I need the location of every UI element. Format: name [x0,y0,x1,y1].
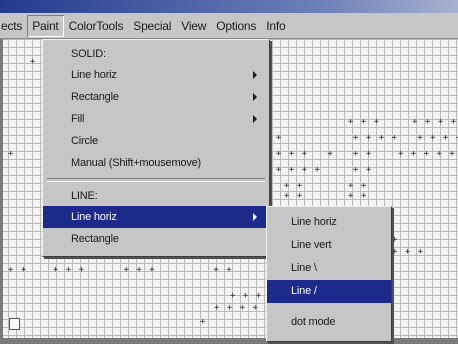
menu-colortools[interactable]: ColorTools [64,15,129,37]
menu-item-label: Fill [71,113,85,125]
painted-cells: + + + + + + + + + + [8,265,233,275]
submenu-item-line-slash[interactable]: Line / [267,280,391,303]
menu-bar: ects Paint ColorTools Special View Optio… [0,13,458,39]
submenu-spacer [267,303,391,311]
painted-cells: + + + + + + + [348,117,458,127]
menu-item-solid-line-horiz[interactable]: Line horiz [43,64,269,86]
menu-item-label: Line horiz [71,211,117,223]
painted-cells: + [8,149,15,159]
submenu-item-line-horiz[interactable]: Line horiz [267,211,391,234]
painted-cells: + [30,57,37,67]
submenu-item-line-vert[interactable]: Line vert [267,234,391,257]
menu-item-label: Rectangle [71,233,119,245]
menu-item-solid-circle[interactable]: Circle [43,130,269,152]
submenu-arrow-icon [253,213,257,221]
submenu-arrow-icon [253,93,257,101]
painted-cells: + + + + + + + + + + + + [276,149,458,159]
painted-cells: + + + + [284,181,368,191]
painted-cells: + + + + + + [276,165,373,175]
painted-cells: + [392,235,399,245]
menu-objects[interactable]: ects [0,15,27,37]
menu-item-label: Rectangle [71,91,119,103]
menu-item-line-rectangle[interactable]: Rectangle [43,228,269,250]
painted-cells: + [200,317,207,327]
menu-item-label: Circle [71,135,98,147]
menu-options[interactable]: Options [211,15,261,37]
line-section-header: LINE: [71,190,98,202]
painted-cells: + + + [392,247,425,257]
painted-cells: + + + + + + + + + [276,133,458,143]
solid-section-header: SOLID: [71,48,106,60]
menu-special[interactable]: Special [128,15,176,37]
palette-stub[interactable] [9,318,20,330]
title-bar [0,0,458,13]
menu-item-label: Manual (Shift+mousemove) [71,157,202,169]
submenu-item-dot-mode[interactable]: dot mode [267,311,391,334]
paint-menu-dropdown: SOLID: Line horiz Rectangle Fill Circle … [42,39,270,257]
menu-view[interactable]: View [176,15,211,37]
painted-cells: + + + + + [214,303,272,313]
menu-item-solid-rectangle[interactable]: Rectangle [43,86,269,108]
menu-separator [47,178,265,182]
submenu-item-line-backslash[interactable]: Line \ [267,257,391,280]
menu-info[interactable]: Info [261,15,290,37]
submenu-arrow-icon [253,115,257,123]
painted-cells: + + + + [284,191,368,201]
painted-cells: + + + [230,291,263,301]
line-horiz-submenu: Line horiz Line vert Line \ Line / dot m… [266,206,392,342]
menu-item-line-line-horiz[interactable]: Line horiz [43,206,269,228]
menu-paint[interactable]: Paint [27,15,63,37]
menu-item-solid-fill[interactable]: Fill [43,108,269,130]
window-frame-left [0,39,3,344]
menu-item-solid-manual[interactable]: Manual (Shift+mousemove) [43,152,269,174]
submenu-arrow-icon [253,71,257,79]
menu-item-label: Line horiz [71,69,117,81]
